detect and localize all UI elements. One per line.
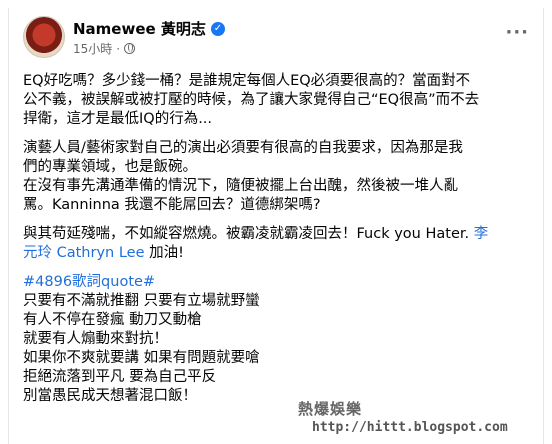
hashtag-link[interactable]: #4896歌詞quote# bbox=[23, 273, 529, 292]
paragraph-4: 與其苟延殘喘，不如縱容燃燒。被霸凌就霸凌回去！Fuck you Hater. 李… bbox=[23, 225, 529, 263]
post-body: EQ好吃嗎？多少錢一桶？是誰規定每個人EQ必須要很高的？當面對不 公不義，被誤解… bbox=[23, 72, 529, 406]
author-row: Namewee 黃明志 ✓ bbox=[73, 18, 225, 39]
paragraph-2: 演藝人員/藝術家對自己的演出必須要有很高的自我要求，因為那是我 們的專業領域，也… bbox=[23, 139, 529, 177]
mention-link[interactable]: 李 bbox=[474, 226, 489, 242]
post-card: Namewee 黃明志 ✓ 15小時 · ··· EQ好吃嗎？多少錢一桶？是誰規… bbox=[8, 8, 544, 444]
post-meta: 15小時 · bbox=[73, 40, 136, 57]
mention-link[interactable]: 元玲 Cathryn Lee bbox=[23, 245, 145, 261]
lyric-line: 拒絕流落到平凡 要為自己平反 bbox=[23, 369, 217, 385]
text-segment: 與其苟延殘喘，不如縱容燃燒。被霸凌就霸凌回去！Fuck you Hater. bbox=[23, 226, 474, 242]
lyric-line: 別當愚民成天想著混口飯！ bbox=[23, 388, 197, 404]
text-line: 在沒有事先溝通準備的情況下，隨便被擺上台出醜，然後被一堆人亂 bbox=[23, 178, 458, 194]
verified-badge-icon: ✓ bbox=[210, 21, 225, 36]
paragraph-1: EQ好吃嗎？多少錢一桶？是誰規定每個人EQ必須要很高的？當面對不 公不義，被誤解… bbox=[23, 72, 529, 129]
meta-separator: · bbox=[116, 41, 121, 56]
author-name[interactable]: Namewee 黃明志 bbox=[73, 18, 206, 39]
watermark-url: http://hittt.blogspot.com bbox=[312, 420, 508, 435]
text-line: EQ好吃嗎？多少錢一桶？是誰規定每個人EQ必須要很高的？當面對不 bbox=[23, 73, 471, 89]
text-line: 公不義，被誤解或被打壓的時候，為了讓大家覺得自己“EQ很高”而不去 bbox=[23, 92, 480, 108]
lyric-line: 只要有不滿就推翻 只要有立場就野蠻 bbox=[23, 293, 260, 309]
lyric-line: 有人不停在發瘋 動刀又動槍 bbox=[23, 312, 202, 328]
paragraph-3: 在沒有事先溝通準備的情況下，隨便被擺上台出醜，然後被一堆人亂 罵。Kanninn… bbox=[23, 177, 529, 215]
text-line: 捍衛，這才是最低IQ的行為... bbox=[23, 111, 213, 127]
avatar[interactable] bbox=[23, 16, 65, 58]
lyric-line: 就要有人煽動來對抗！ bbox=[23, 331, 168, 347]
text-line: 與其苟延殘喘，不如縱容燃燒。被霸凌就霸凌回去！Fuck you Hater. 李 bbox=[23, 225, 529, 244]
lyric-line: 如果你不爽就要講 如果有問題就要嗆 bbox=[23, 350, 260, 366]
text-line: 罵。Kanninna 我還不能屌回去？道德綁架嗎? bbox=[23, 197, 321, 213]
post-header: Namewee 黃明志 ✓ 15小時 · ··· bbox=[23, 16, 535, 60]
text-line: 演藝人員/藝術家對自己的演出必須要有很高的自我要求，因為那是我 bbox=[23, 140, 463, 156]
text-line: 們的專業領域，也是飯碗。 bbox=[23, 159, 197, 175]
lyrics-block: #4896歌詞quote# 只要有不滿就推翻 只要有立場就野蠻 有人不停在發瘋 … bbox=[23, 273, 529, 406]
post-time[interactable]: 15小時 bbox=[73, 40, 112, 57]
text-segment: 加油! bbox=[144, 245, 184, 261]
watermark-title: 熱爆娛樂 bbox=[298, 400, 363, 418]
more-options-icon[interactable]: ··· bbox=[505, 22, 529, 43]
globe-icon bbox=[124, 43, 136, 54]
text-line: 元玲 Cathryn Lee 加油! bbox=[23, 244, 529, 263]
